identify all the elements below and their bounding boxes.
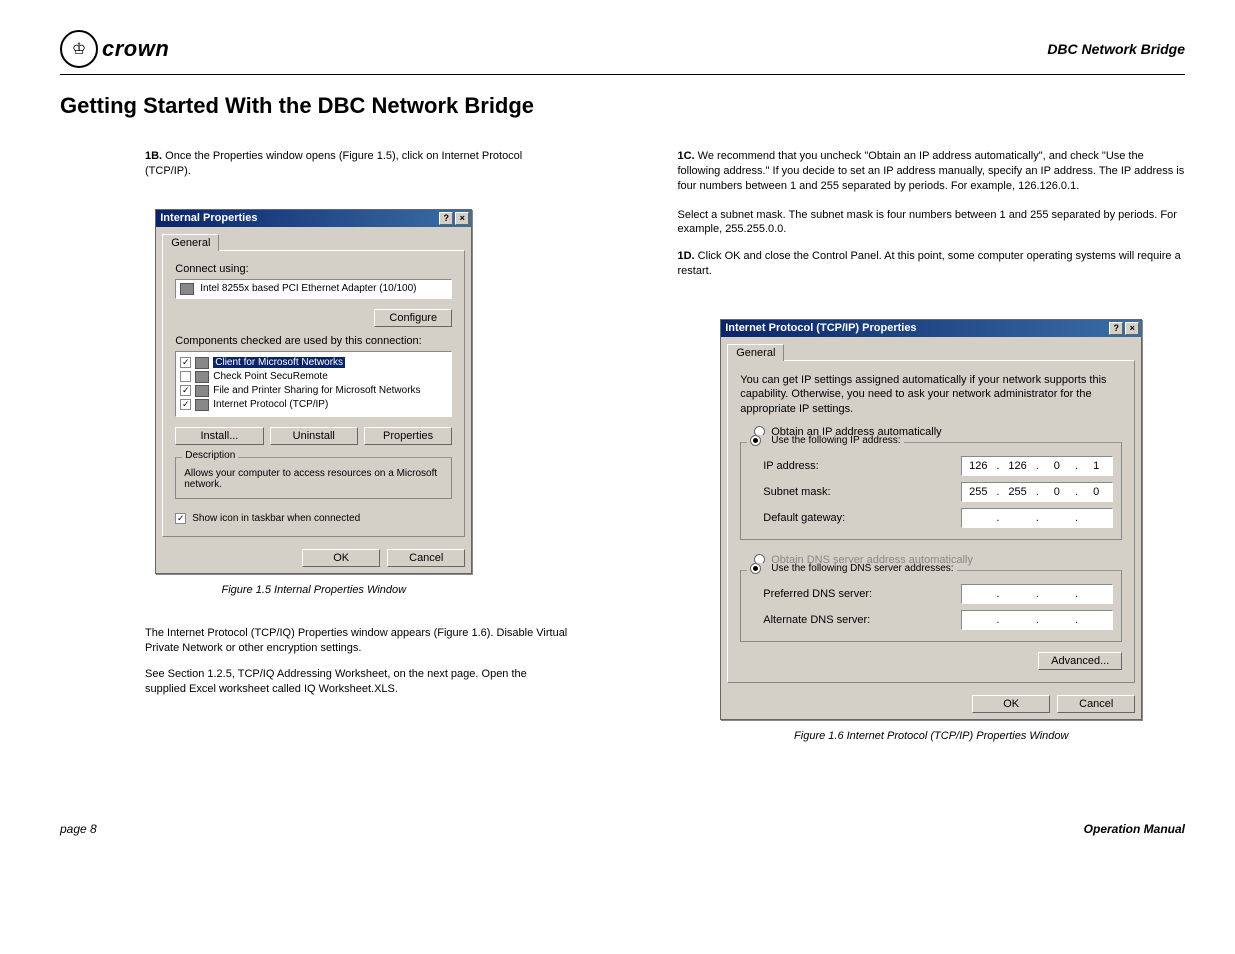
- step-1b: 1B. Once the Properties window opens (Fi…: [145, 149, 568, 179]
- network-icon: [195, 399, 209, 411]
- list-item[interactable]: Check Point SecuRemote: [180, 370, 447, 384]
- ip-address-label: IP address:: [763, 460, 818, 472]
- footer-manual: Operation Manual: [1084, 822, 1185, 836]
- default-gateway-label: Default gateway:: [763, 512, 845, 524]
- alternate-dns-field[interactable]: . . .: [961, 610, 1113, 630]
- adapter-icon: [180, 283, 194, 295]
- show-icon-checkbox[interactable]: ✓: [175, 513, 186, 524]
- body-para-1: The Internet Protocol (TCP/IQ) Propertie…: [145, 626, 568, 656]
- ok-button[interactable]: OK: [302, 549, 380, 567]
- preferred-dns-label: Preferred DNS server:: [763, 588, 872, 600]
- figure-caption-1: Figure 1.5 Internal Properties Window: [60, 584, 568, 596]
- subnet-mask-field[interactable]: 255. 255. 0. 0: [961, 482, 1113, 502]
- tcpip-properties-dialog: Internet Protocol (TCP/IP) Properties ? …: [720, 319, 1142, 720]
- ip-address-field[interactable]: 126. 126. 0. 1: [961, 456, 1113, 476]
- step-1c: 1C. We recommend that you uncheck "Obtai…: [678, 149, 1186, 194]
- cancel-button[interactable]: Cancel: [1057, 695, 1135, 713]
- document-title: DBC Network Bridge: [1047, 41, 1185, 57]
- help-icon[interactable]: ?: [439, 212, 453, 225]
- dns-group: Use the following DNS server addresses: …: [740, 570, 1122, 642]
- default-gateway-field[interactable]: . . .: [961, 508, 1113, 528]
- list-item[interactable]: ✓ Client for Microsoft Networks: [180, 356, 447, 370]
- components-label: Components checked are used by this conn…: [175, 335, 452, 347]
- network-icon: [195, 385, 209, 397]
- checkbox-icon[interactable]: ✓: [180, 399, 191, 410]
- figure-caption-2: Figure 1.6 Internet Protocol (TCP/IP) Pr…: [678, 730, 1186, 742]
- advanced-button[interactable]: Advanced...: [1038, 652, 1122, 670]
- help-icon[interactable]: ?: [1109, 322, 1123, 335]
- dialog-title: Internet Protocol (TCP/IP) Properties: [725, 322, 916, 334]
- dialog-title: Internal Properties: [160, 212, 257, 224]
- components-list[interactable]: ✓ Client for Microsoft Networks Check Po…: [175, 351, 452, 417]
- internal-properties-dialog: Internal Properties ? × General Connect …: [155, 209, 472, 574]
- list-item[interactable]: ✓ Internet Protocol (TCP/IP): [180, 398, 447, 412]
- ok-button[interactable]: OK: [972, 695, 1050, 713]
- tab-general[interactable]: General: [727, 344, 784, 361]
- radio-use-dns[interactable]: [750, 563, 761, 574]
- intro-text: You can get IP settings assigned automat…: [740, 373, 1122, 416]
- preferred-dns-field[interactable]: . . .: [961, 584, 1113, 604]
- connect-using-label: Connect using:: [175, 263, 452, 275]
- install-button[interactable]: Install...: [175, 427, 263, 445]
- footer-page: page 8: [60, 822, 97, 836]
- properties-button[interactable]: Properties: [364, 427, 452, 445]
- ip-group: Use the following IP address: IP address…: [740, 442, 1122, 540]
- close-icon[interactable]: ×: [455, 212, 469, 225]
- network-icon: [195, 371, 209, 383]
- description-group: Description Allows your computer to acce…: [175, 457, 452, 499]
- uninstall-button[interactable]: Uninstall: [270, 427, 358, 445]
- page-heading: Getting Started With the DBC Network Bri…: [60, 93, 1185, 119]
- show-icon-label: Show icon in taskbar when connected: [192, 513, 360, 524]
- subnet-para: Select a subnet mask. The subnet mask is…: [678, 208, 1186, 238]
- brand-text: crown: [102, 36, 169, 62]
- subnet-mask-label: Subnet mask:: [763, 486, 830, 498]
- adapter-field: Intel 8255x based PCI Ethernet Adapter (…: [175, 279, 452, 299]
- checkbox-icon[interactable]: ✓: [180, 357, 191, 368]
- list-item[interactable]: ✓ File and Printer Sharing for Microsoft…: [180, 384, 447, 398]
- body-para-2: See Section 1.2.5, TCP/IQ Addressing Wor…: [145, 667, 568, 697]
- radio-use-ip[interactable]: [750, 435, 761, 446]
- cancel-button[interactable]: Cancel: [387, 549, 465, 567]
- brand-logo: ♔ crown: [60, 30, 169, 68]
- step-1d: 1D. Click OK and close the Control Panel…: [678, 249, 1186, 279]
- close-icon[interactable]: ×: [1125, 322, 1139, 335]
- configure-button[interactable]: Configure: [374, 309, 452, 327]
- checkbox-icon[interactable]: ✓: [180, 385, 191, 396]
- network-icon: [195, 357, 209, 369]
- crown-icon: ♔: [60, 30, 98, 68]
- alternate-dns-label: Alternate DNS server:: [763, 614, 870, 626]
- tab-general[interactable]: General: [162, 234, 219, 251]
- checkbox-icon[interactable]: [180, 371, 191, 382]
